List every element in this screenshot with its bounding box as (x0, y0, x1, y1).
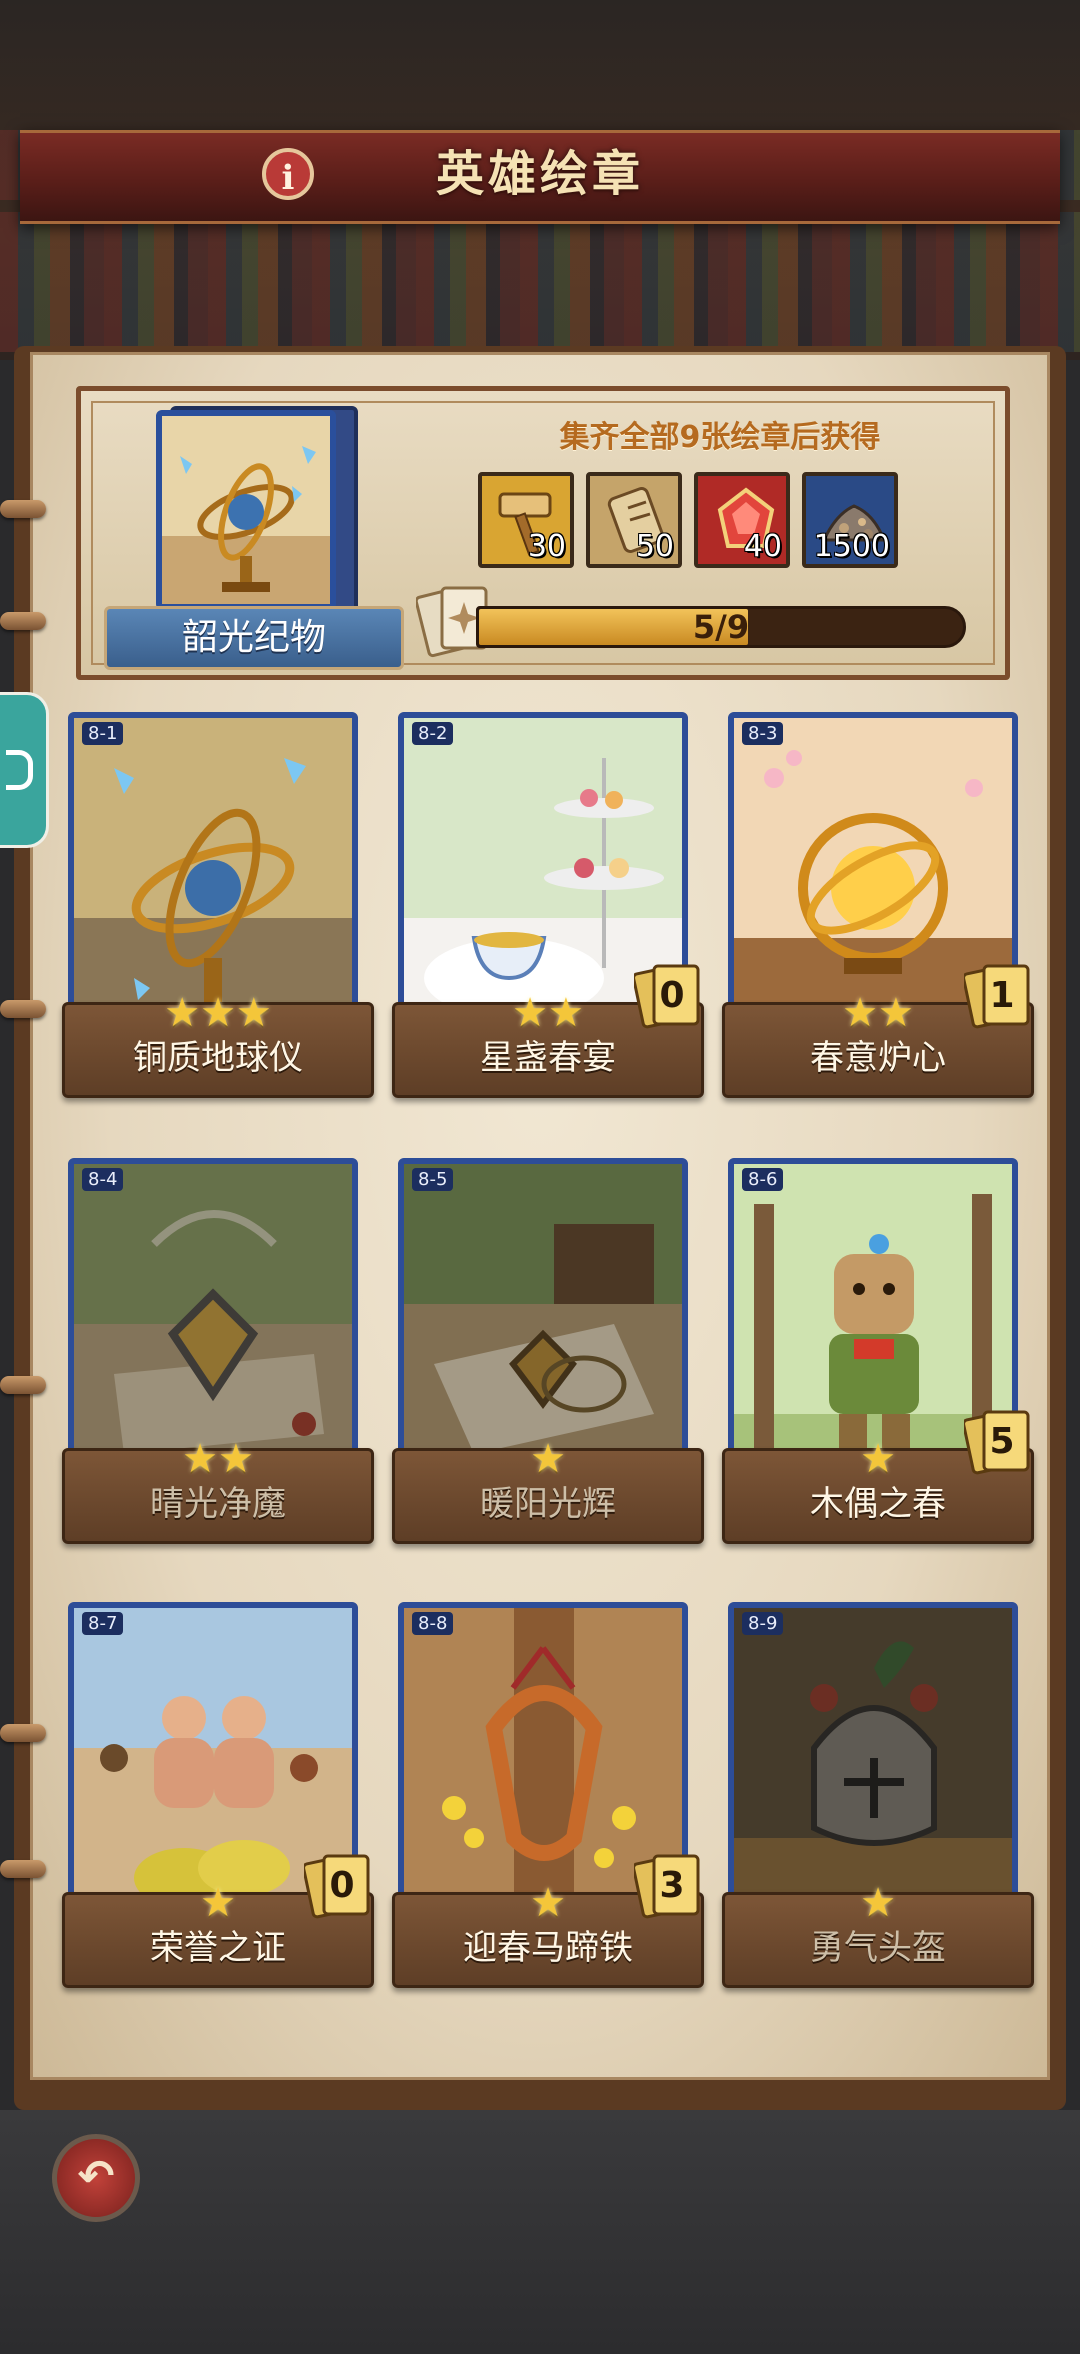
duplicate-count: 3 (659, 1865, 685, 1906)
binder-ring (0, 1000, 46, 1018)
info-button[interactable]: i (262, 148, 314, 200)
reward-item-count: 1500 (813, 529, 890, 564)
binder-ring (0, 500, 46, 518)
reward-caption: 集齐全部9张绘章后获得 (559, 420, 881, 455)
card-name: 晴光净魔 (150, 1484, 286, 1524)
picture-card[interactable]: 8-6 ★ 木偶之春 5 (722, 1158, 1034, 1602)
picture-card[interactable]: 8-5 ★ 暖阳光辉 (392, 1158, 704, 1602)
binder-ring (0, 1860, 46, 1878)
picture-card[interactable]: 8-3 ★★ 春意炉心 1 (722, 712, 1034, 1156)
card-code: 8-3 (742, 722, 784, 745)
reward-item-scroll[interactable]: 50 (586, 472, 682, 568)
card-name: 春意炉心 (810, 1038, 946, 1078)
picture-card[interactable]: 8-7 ★ 荣誉之证 0 (62, 1602, 374, 2046)
card-name: 勇气头盔 (810, 1928, 946, 1968)
progress-label: 5/9 (692, 608, 750, 646)
reward-name: 韶光纪物 (104, 606, 404, 670)
card-code: 8-9 (742, 1612, 784, 1635)
card-name: 暖阳光辉 (480, 1484, 616, 1524)
duplicate-count: 0 (329, 1865, 355, 1906)
card-code: 8-1 (82, 722, 124, 745)
reward-item-ore[interactable]: 1500 (802, 472, 898, 568)
armillary-sphere-icon (162, 416, 330, 604)
reward-item-count: 50 (635, 529, 674, 564)
picture-card[interactable]: 8-9 ★ 勇气头盔 (722, 1602, 1034, 2046)
card-code: 8-6 (742, 1168, 784, 1191)
card-name: 星盏春宴 (480, 1038, 616, 1078)
duplicate-count: 0 (659, 975, 685, 1016)
reward-item-count: 40 (743, 529, 782, 564)
card-code: 8-8 (412, 1612, 454, 1635)
duplicate-count: 5 (989, 1421, 1015, 1462)
back-button[interactable]: ↶ (52, 2134, 140, 2222)
reward-item-hammer[interactable]: 30 (478, 472, 574, 568)
page-title: 英雄绘章 (435, 146, 644, 202)
reward-card-image[interactable] (156, 410, 336, 610)
binder-ring (0, 1724, 46, 1742)
picture-card[interactable]: 8-1 ★★★ 铜质地球仪 (62, 712, 374, 1156)
card-name: 迎春马蹄铁 (463, 1928, 633, 1968)
picture-card[interactable]: 8-4 ★★ 晴光净魔 (62, 1158, 374, 1602)
reward-item-count: 30 (527, 529, 566, 564)
bookshelf-row (0, 282, 1080, 352)
binder-ring (0, 1376, 46, 1394)
card-name: 荣誉之证 (150, 1928, 286, 1968)
card-code: 8-7 (82, 1612, 124, 1635)
duplicate-count: 1 (989, 975, 1015, 1016)
picture-card[interactable]: 8-8 ★ 迎春马蹄铁 3 (392, 1602, 704, 2046)
card-code: 8-4 (82, 1168, 124, 1191)
card-code: 8-5 (412, 1168, 454, 1191)
binder-ring (0, 612, 46, 630)
card-name: 木偶之春 (810, 1484, 946, 1524)
side-drawer-tab[interactable] (0, 692, 49, 848)
bottom-bar (0, 2110, 1080, 2354)
card-code: 8-2 (412, 722, 454, 745)
reward-item-gem[interactable]: 40 (694, 472, 790, 568)
picture-card[interactable]: 8-2 ★★ 星盏春宴 0 (392, 712, 704, 1156)
card-name: 铜质地球仪 (133, 1038, 303, 1078)
